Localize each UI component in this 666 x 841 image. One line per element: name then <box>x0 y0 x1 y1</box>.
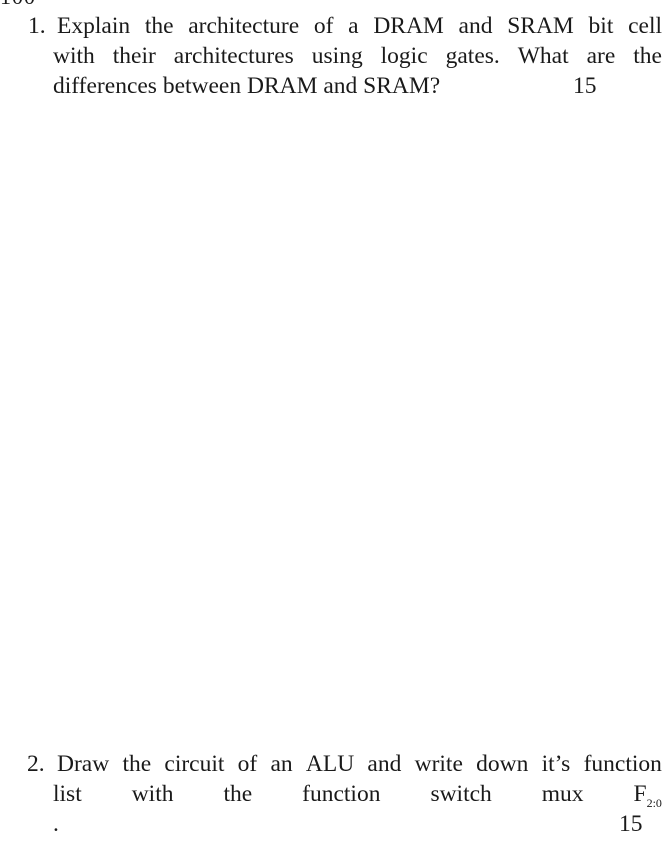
word: the <box>122 751 152 777</box>
word: of <box>313 13 334 39</box>
question-text-line-3: differences between DRAM and SRAM? <box>53 73 441 99</box>
word: list <box>53 781 82 807</box>
word: with <box>131 781 174 807</box>
word: Draw <box>57 751 110 777</box>
word: the <box>633 43 662 69</box>
word: circuit <box>164 751 225 777</box>
word: function <box>583 751 662 777</box>
word: Explain <box>57 13 131 39</box>
word: cell <box>628 13 662 39</box>
marks: 15 <box>573 73 597 99</box>
question-number: 2. <box>27 751 45 777</box>
word: bit <box>588 13 614 39</box>
word: and <box>458 13 493 39</box>
word: with <box>53 43 95 69</box>
word: mux <box>541 781 584 807</box>
marks: 15 <box>619 811 643 837</box>
word: function <box>302 781 381 807</box>
variable-name: F <box>633 781 647 807</box>
word: logic <box>380 43 428 69</box>
word: gates. <box>445 43 500 69</box>
word: their <box>112 43 156 69</box>
word: it’s <box>541 751 571 777</box>
word: a <box>348 13 359 39</box>
word: and <box>367 751 402 777</box>
variable-subscript: 2:0 <box>646 796 662 810</box>
word: an <box>270 751 293 777</box>
word: switch <box>430 781 492 807</box>
word: DRAM <box>373 13 444 39</box>
word: What <box>517 43 569 69</box>
question-text-line-3: . <box>53 811 59 837</box>
word: SRAM <box>507 13 574 39</box>
question-number: 1. <box>28 13 46 39</box>
word: down <box>476 751 529 777</box>
word: write <box>414 751 463 777</box>
word: the <box>144 13 174 39</box>
word: using <box>311 43 363 69</box>
question-text-line-1: Explain the architecture of a DRAM and S… <box>57 11 662 41</box>
clipped-header-text: 100 <box>0 0 36 8</box>
function-variable: F2:0 <box>634 779 662 809</box>
question-text-line-2: with their architectures using logic gat… <box>53 41 662 71</box>
word: architectures <box>173 43 294 69</box>
word: architecture <box>188 13 300 39</box>
word: are <box>586 43 616 69</box>
word: of <box>237 751 258 777</box>
word: the <box>223 781 253 807</box>
question-text-line-1: Draw the circuit of an ALU and write dow… <box>57 749 662 779</box>
word: ALU <box>305 751 355 777</box>
question-text-line-2: list with the function switch mux F2:0 <box>53 779 662 809</box>
